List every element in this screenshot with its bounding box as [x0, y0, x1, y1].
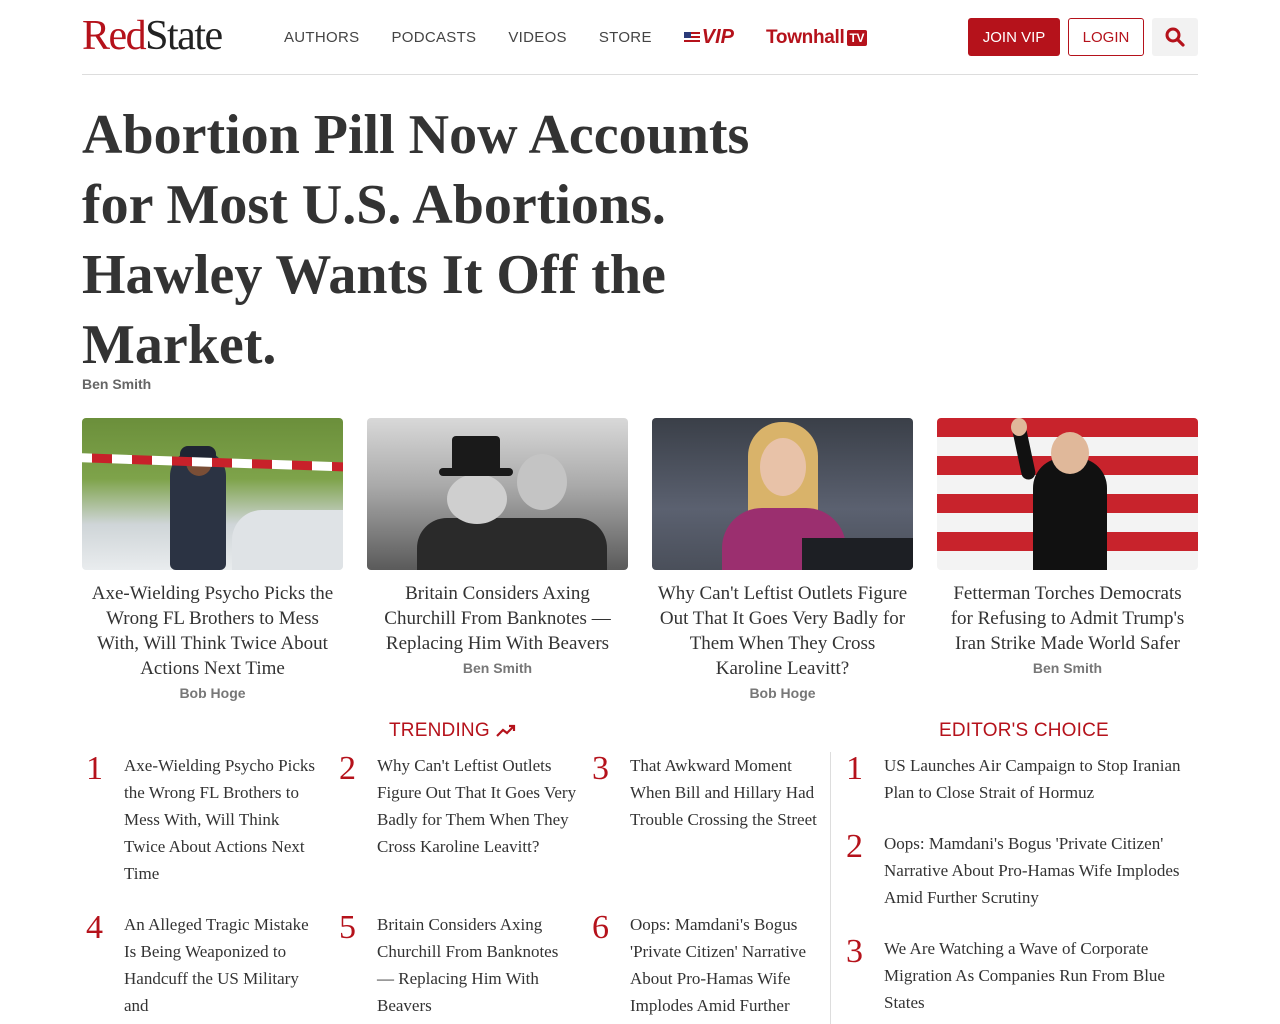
logo-red-text: Red — [82, 13, 147, 59]
search-icon — [1165, 27, 1185, 47]
story-card[interactable]: Why Can't Leftist Outlets Figure Out Tha… — [652, 418, 913, 701]
editors-choice-heading: EDITOR'S CHOICE — [939, 720, 1109, 741]
editors-rank: 3 — [846, 933, 863, 970]
story-author[interactable]: Bob Hoge — [82, 685, 343, 701]
coat-shape — [417, 518, 607, 570]
trending-heading: TRENDING — [389, 720, 516, 742]
section-divider — [830, 752, 831, 1024]
story-image[interactable] — [652, 418, 913, 570]
editors-rank: 2 — [846, 828, 863, 865]
site-header: RedState AUTHORS PODCASTS VIDEOS STORE V… — [82, 0, 1198, 75]
story-card[interactable]: Fetterman Torches Democrats for Refusing… — [937, 418, 1198, 701]
story-image[interactable] — [82, 418, 343, 570]
trending-title[interactable]: That Awkward Moment When Bill and Hillar… — [630, 752, 828, 833]
logo-state-text: State — [145, 13, 223, 59]
search-button[interactable] — [1152, 18, 1198, 56]
trending-item[interactable]: 5 Britain Considers Axing Churchill From… — [339, 911, 579, 1019]
trending-item[interactable]: 1 Axe-Wielding Psycho Picks the Wrong FL… — [86, 752, 316, 887]
raised-hand — [1011, 418, 1027, 436]
story-image[interactable] — [367, 418, 628, 570]
featured-cards: Axe-Wielding Psycho Picks the Wrong FL B… — [82, 418, 1198, 701]
hat-brim — [439, 468, 513, 476]
story-author[interactable]: Bob Hoge — [652, 685, 913, 701]
tv-badge: TV — [846, 29, 868, 46]
trending-rank: 3 — [592, 750, 609, 787]
editors-choice-item[interactable]: 2 Oops: Mamdani's Bogus 'Private Citizen… — [846, 830, 1198, 911]
trending-title[interactable]: An Alleged Tragic Mistake Is Being Weapo… — [124, 911, 316, 1019]
trending-rank: 4 — [86, 909, 103, 946]
trending-item[interactable]: 2 Why Can't Leftist Outlets Figure Out T… — [339, 752, 579, 860]
story-card[interactable]: Britain Considers Axing Churchill From B… — [367, 418, 628, 701]
editors-title[interactable]: We Are Watching a Wave of Corporate Migr… — [884, 935, 1194, 1016]
trending-item[interactable]: 3 That Awkward Moment When Bill and Hill… — [592, 752, 828, 833]
nav-store[interactable]: STORE — [599, 28, 652, 48]
story-title[interactable]: Britain Considers Axing Churchill From B… — [367, 581, 628, 656]
editors-choice-item[interactable]: 3 We Are Watching a Wave of Corporate Mi… — [846, 935, 1198, 1016]
main-nav: AUTHORS PODCASTS VIDEOS STORE VIP Townha… — [284, 26, 868, 49]
story-card[interactable]: Axe-Wielding Psycho Picks the Wrong FL B… — [82, 418, 343, 701]
trending-up-icon — [496, 724, 515, 737]
flag-icon — [683, 31, 700, 44]
join-vip-button[interactable]: JOIN VIP — [968, 18, 1060, 56]
article-author[interactable]: Ben Smith — [82, 376, 151, 392]
trending-title[interactable]: Britain Considers Axing Churchill From B… — [377, 911, 567, 1019]
trending-item[interactable]: 4 An Alleged Tragic Mistake Is Being Wea… — [86, 911, 316, 1019]
nav-authors[interactable]: AUTHORS — [284, 28, 359, 48]
editors-choice-item[interactable]: 1 US Launches Air Campaign to Stop Irani… — [846, 752, 1198, 806]
townhall-label: Townhall — [766, 26, 845, 48]
figure-head — [1051, 432, 1089, 474]
trending-rank: 6 — [592, 909, 609, 946]
article-title[interactable]: Abortion Pill Now Accounts for Most U.S.… — [82, 100, 782, 380]
story-author[interactable]: Ben Smith — [937, 660, 1198, 676]
trending-item[interactable]: 6 Oops: Mamdani's Bogus 'Private Citizen… — [592, 911, 828, 1019]
editors-rank: 1 — [846, 750, 863, 787]
top-hat — [452, 436, 500, 472]
nav-vip[interactable]: VIP — [683, 26, 734, 49]
editors-title[interactable]: US Launches Air Campaign to Stop Iranian… — [884, 752, 1194, 806]
editors-title[interactable]: Oops: Mamdani's Bogus 'Private Citizen' … — [884, 830, 1194, 911]
login-button[interactable]: LOGIN — [1068, 18, 1144, 56]
story-title[interactable]: Axe-Wielding Psycho Picks the Wrong FL B… — [82, 581, 343, 681]
story-title[interactable]: Fetterman Torches Democrats for Refusing… — [937, 581, 1198, 656]
trending-rank: 5 — [339, 909, 356, 946]
churchill-face — [447, 474, 507, 524]
trending-title[interactable]: Why Can't Leftist Outlets Figure Out Tha… — [377, 752, 577, 860]
trending-label: TRENDING — [389, 720, 490, 741]
second-face — [517, 454, 567, 510]
story-title[interactable]: Why Can't Leftist Outlets Figure Out Tha… — [652, 581, 913, 681]
trending-title[interactable]: Axe-Wielding Psycho Picks the Wrong FL B… — [124, 752, 316, 887]
trending-rank: 1 — [86, 750, 103, 787]
story-image[interactable] — [937, 418, 1198, 570]
nav-videos[interactable]: VIDEOS — [508, 28, 566, 48]
trending-title[interactable]: Oops: Mamdani's Bogus 'Private Citizen' … — [630, 911, 828, 1019]
face-shape — [760, 438, 806, 496]
nav-podcasts[interactable]: PODCASTS — [391, 28, 476, 48]
trending-rank: 2 — [339, 750, 356, 787]
podium-shape — [802, 538, 913, 570]
figure-body — [1033, 458, 1107, 570]
site-logo[interactable]: RedState — [82, 13, 223, 59]
vip-label: VIP — [701, 26, 734, 48]
story-author[interactable]: Ben Smith — [367, 660, 628, 676]
nav-townhall-tv[interactable]: Townhall TV — [766, 26, 868, 49]
police-car — [232, 510, 343, 570]
